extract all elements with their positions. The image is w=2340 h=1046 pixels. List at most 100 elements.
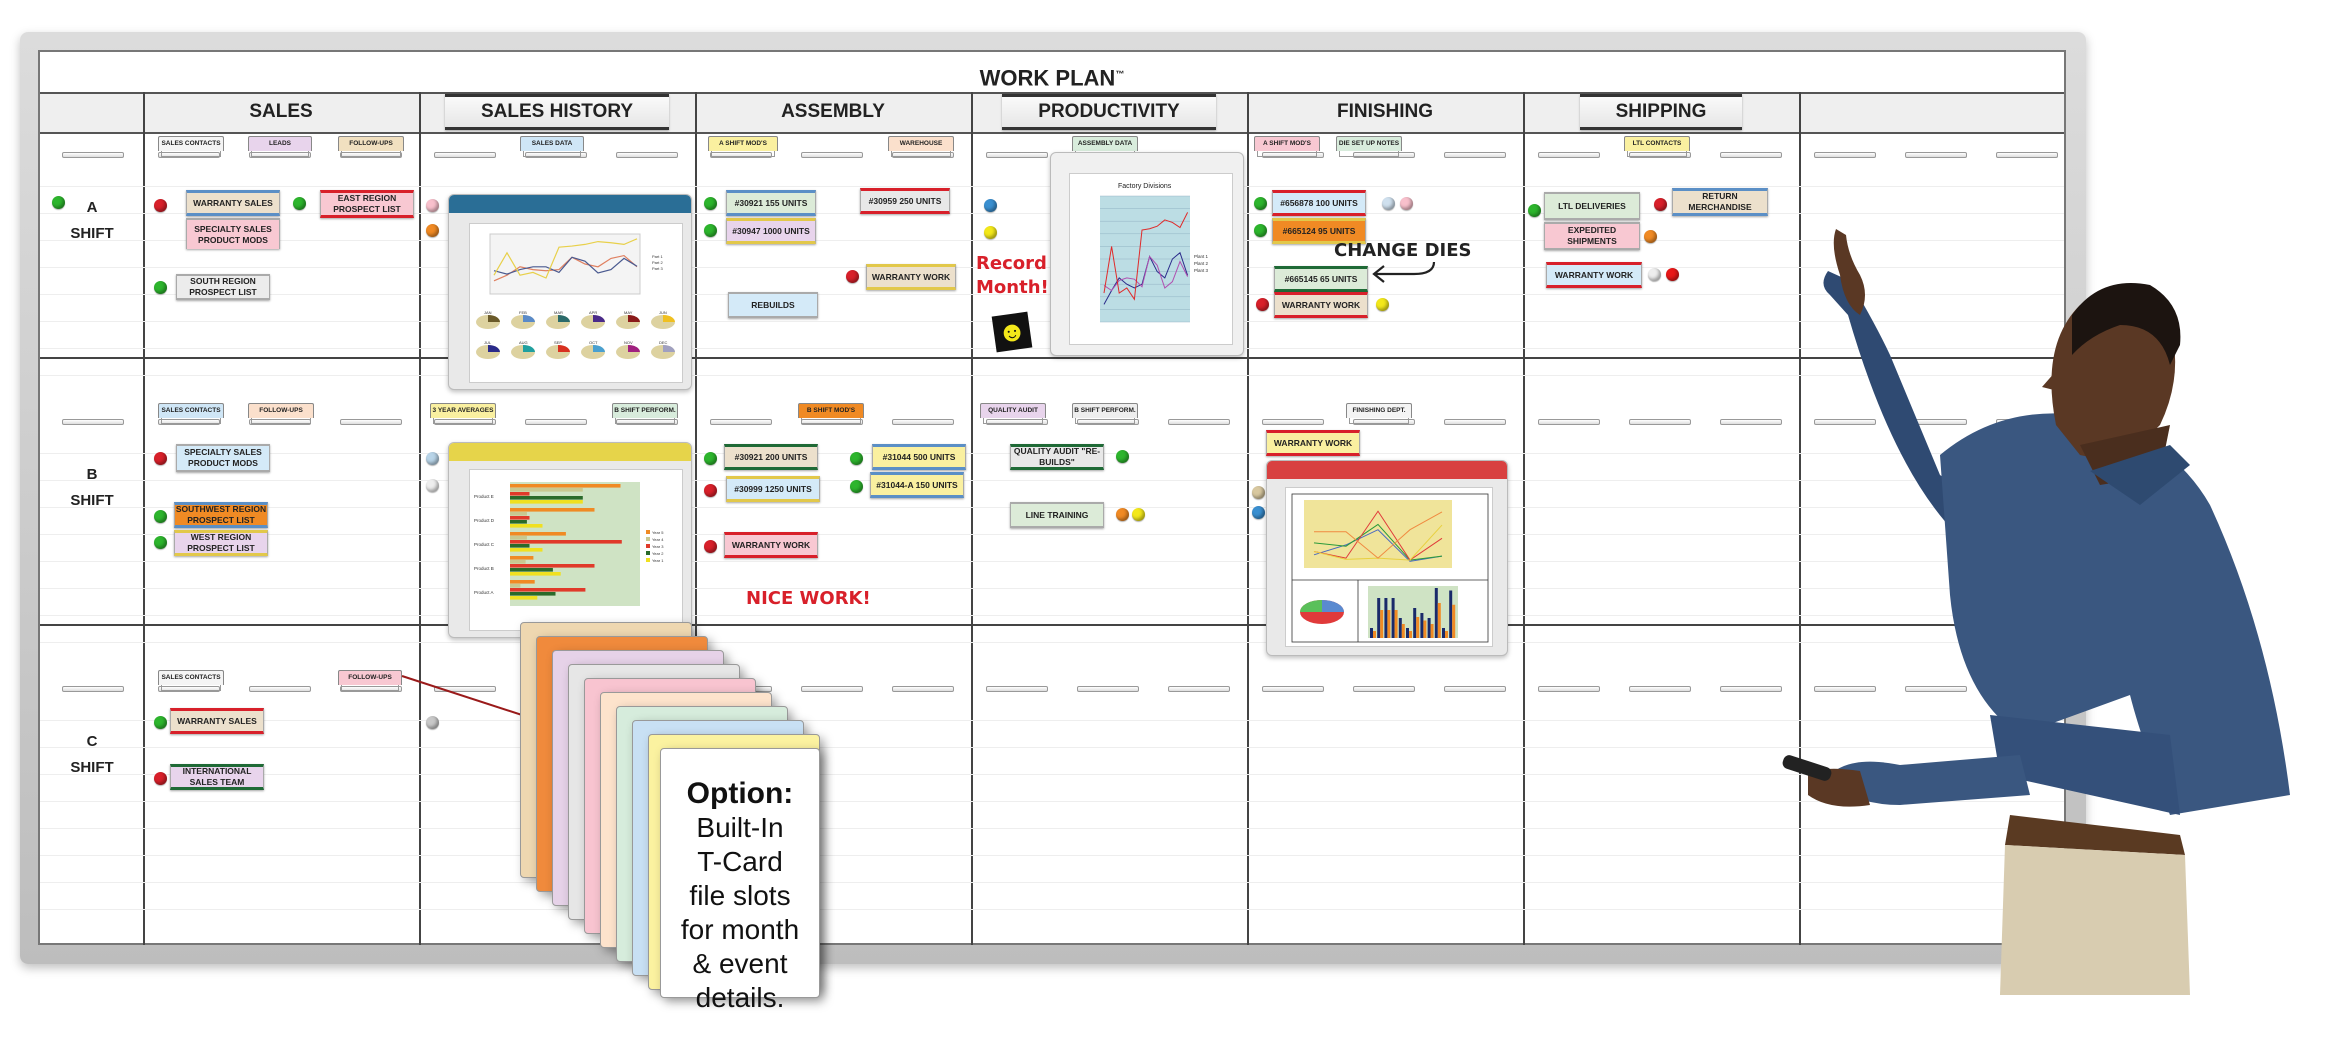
tab-sales-contacts[interactable]: SALES CONTACTS [158,136,224,157]
magnet-specialty-sales-b[interactable]: SPECIALTY SALES PRODUCT MODS [176,444,270,472]
red-dot-magnet[interactable] [704,484,717,497]
magnet-southwest-region[interactable]: SOUTHWEST REGION PROSPECT LIST [174,502,268,528]
magnet-warranty-sales-c[interactable]: WARRANTY SALES [170,708,264,734]
red-dot-magnet[interactable] [154,772,167,785]
magnet-30921-200[interactable]: #30921 200 UNITS [724,444,818,470]
t-card-slot[interactable] [1538,419,1600,425]
t-card-slot[interactable] [892,419,954,425]
green-dot-magnet[interactable] [52,196,65,209]
magnet-south-region[interactable]: SOUTH REGION PROSPECT LIST [176,274,270,300]
tab-assembly-data[interactable]: ASSEMBLY DATA [1072,136,1138,157]
t-card-slot[interactable] [1262,419,1324,425]
t-card-slot[interactable] [1444,686,1506,692]
magnet-specialty-sales[interactable]: SPECIALTY SALES PRODUCT MODS [186,218,280,249]
green-dot-magnet[interactable] [704,197,717,210]
pink-dot-magnet[interactable] [1400,197,1413,210]
green-dot-magnet[interactable] [704,224,717,237]
light-blue-dot-magnet[interactable] [426,452,439,465]
green-dot-magnet[interactable] [1254,224,1267,237]
t-card-slot[interactable] [1168,686,1230,692]
tab-die-set-up-notes[interactable]: DIE SET UP NOTES [1336,136,1402,157]
tan-dot-magnet[interactable] [1252,486,1265,499]
white-dot-magnet[interactable] [426,479,439,492]
red-dot-magnet[interactable] [704,540,717,553]
magnet-warranty-work[interactable]: WARRANTY WORK [866,264,956,290]
green-dot-magnet[interactable] [293,197,306,210]
t-card-slot[interactable] [1538,686,1600,692]
magnet-30921-155[interactable]: #30921 155 UNITS [726,190,816,216]
magnet-east-region[interactable]: EAST REGION PROSPECT LIST [320,190,414,218]
magnet-30947-1000[interactable]: #30947 1000 UNITS [726,218,816,244]
t-card-slot[interactable] [1629,419,1691,425]
red-dot-magnet[interactable] [1256,298,1269,311]
t-card-slot[interactable] [62,686,124,692]
magnet-warranty-sales[interactable]: WARRANTY SALES [186,190,280,216]
sales-data-chart-jacket[interactable]: Part 1 Part 2 Part 3 JAN FEB MAR APR MAY JUN JUL A… [448,194,692,390]
tab-b-shift-perform-productivity[interactable]: B SHIFT PERFORM. [1072,403,1138,424]
pink-dot-magnet[interactable] [426,199,439,212]
tab-follow-ups-c[interactable]: FOLLOW-UPS [338,670,402,691]
green-dot-magnet[interactable] [850,452,863,465]
magnet-warranty-work-finishing[interactable]: WARRANTY WORK [1274,292,1368,318]
magnet-international-sales[interactable]: INTERNATIONAL SALES TEAM [170,764,264,790]
green-dot-magnet[interactable] [1254,197,1267,210]
t-card-slot[interactable] [710,419,772,425]
green-dot-magnet[interactable] [1116,450,1129,463]
finishing-charts-jacket[interactable] [1266,460,1508,656]
smiley-magnet[interactable]: ☻ [991,311,1033,353]
t-card-slot[interactable] [1814,152,1876,158]
t-card-slot[interactable] [1353,686,1415,692]
orange-dot-magnet[interactable] [1644,230,1657,243]
yellow-dot-magnet[interactable] [1376,298,1389,311]
tab-b-shift-mods[interactable]: B SHIFT MOD'S [798,403,864,424]
magnet-31044a-150[interactable]: #31044-A 150 UNITS [870,472,964,498]
magnet-656878-100[interactable]: #656878 100 UNITS [1272,190,1366,216]
magnet-31044-500[interactable]: #31044 500 UNITS [872,444,966,470]
factory-divisions-jacket[interactable]: Factory Divisions Plant 1 Plant 2 Plant 3 [1050,152,1244,356]
magnet-west-region[interactable]: WEST REGION PROSPECT LIST [174,530,268,556]
tab-b-shift-perform[interactable]: B SHIFT PERFORM. [612,403,678,424]
green-dot-magnet[interactable] [704,452,717,465]
t-card-slot[interactable] [986,152,1048,158]
green-dot-magnet[interactable] [154,281,167,294]
red-dot-magnet[interactable] [154,452,167,465]
tab-a-shift-mods-finishing[interactable]: A SHIFT MOD'S [1254,136,1320,157]
green-dot-magnet[interactable] [154,510,167,523]
tab-sales-data[interactable]: SALES DATA [520,136,584,157]
t-card-slot[interactable] [434,152,496,158]
t-card-slot[interactable] [525,419,587,425]
green-dot-magnet[interactable] [1528,204,1541,217]
t-card-slot[interactable] [1905,152,1967,158]
yellow-dot-magnet[interactable] [1132,508,1145,521]
magnet-expedited-shipments[interactable]: EXPEDITED SHIPMENTS [1544,222,1640,250]
tab-sales-contacts-b[interactable]: SALES CONTACTS [158,403,224,424]
red-dot-magnet[interactable] [1666,268,1679,281]
tab-sales-contacts-c[interactable]: SALES CONTACTS [158,670,224,691]
orange-dot-magnet[interactable] [426,224,439,237]
t-card-slot[interactable] [1996,152,2058,158]
tab-follow-ups-b[interactable]: FOLLOW-UPS [248,403,314,424]
magnet-30999-1250[interactable]: #30999 1250 UNITS [726,476,820,502]
t-card-slot[interactable] [1262,686,1324,692]
tab-3-year-averages[interactable]: 3 YEAR AVERAGES [430,403,496,424]
t-card-slot[interactable] [340,419,402,425]
t-card-slot[interactable] [1629,686,1691,692]
t-card-slot[interactable] [892,686,954,692]
tab-leads[interactable]: LEADS [248,136,312,157]
tab-follow-ups[interactable]: FOLLOW-UPS [338,136,404,157]
magnet-warranty-work-shipping[interactable]: WARRANTY WORK [1546,262,1642,288]
green-dot-magnet[interactable] [154,536,167,549]
tab-quality-audit[interactable]: QUALITY AUDIT [980,403,1046,424]
magnet-rebuilds[interactable]: REBUILDS [728,292,818,318]
red-dot-magnet[interactable] [1654,198,1667,211]
orange-dot-magnet[interactable] [1116,508,1129,521]
t-card-option[interactable]: Option: Built-In T-Card file slots for m… [660,748,820,1013]
yellow-dot-magnet[interactable] [984,226,997,239]
t-card-slot[interactable] [62,419,124,425]
green-dot-magnet[interactable] [850,480,863,493]
magnet-warranty-work-finishing-b[interactable]: WARRANTY WORK [1266,430,1360,456]
t-card-slot[interactable] [616,152,678,158]
t-card-slot[interactable] [1538,152,1600,158]
t-card-slot[interactable] [249,686,311,692]
magnet-quality-audit[interactable]: QUALITY AUDIT "RE-BUILDS" [1010,444,1104,470]
